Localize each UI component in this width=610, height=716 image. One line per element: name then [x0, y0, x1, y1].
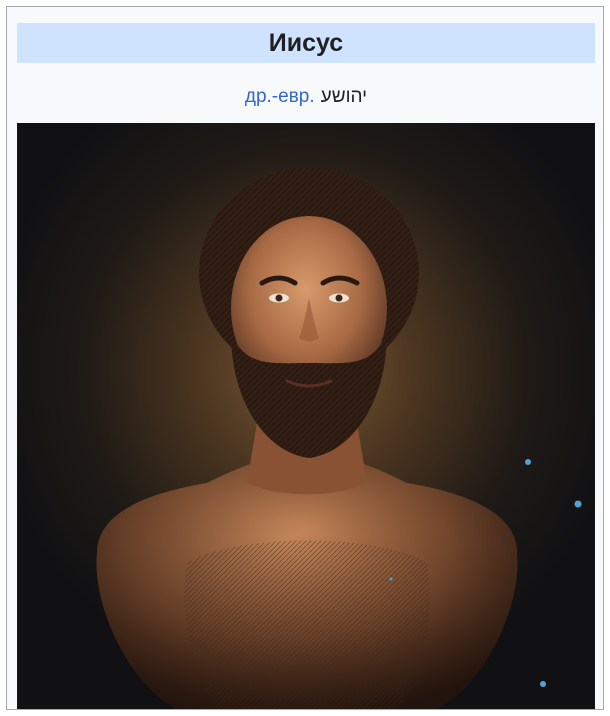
language-link[interactable]: др.-евр.	[245, 86, 315, 108]
native-name: יהושע	[320, 86, 368, 107]
infobox-title-bar: Иисус	[17, 23, 595, 63]
portrait-illustration	[17, 123, 595, 709]
portrait-image[interactable]	[17, 123, 595, 709]
infobox: Иисус др.-евр. יהושע	[6, 6, 604, 710]
infobox-subtitle: др.-евр. יהושע	[17, 83, 595, 111]
page-title: Иисус	[268, 28, 344, 57]
